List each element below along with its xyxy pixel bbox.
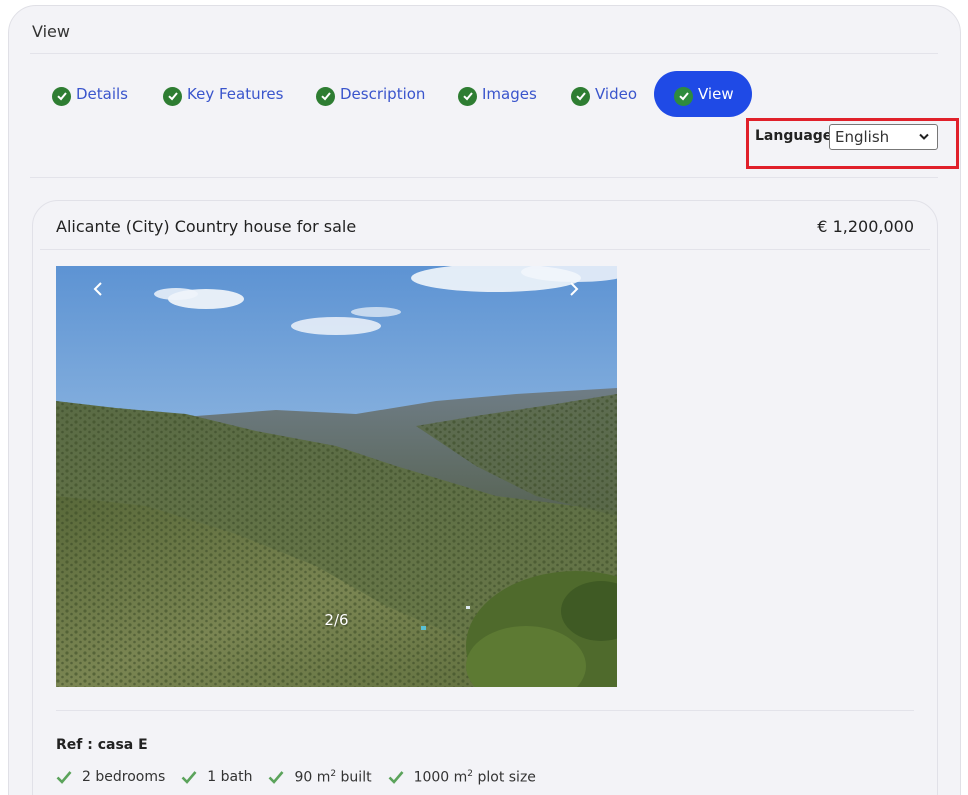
tab-label: Key Features xyxy=(187,85,284,103)
check-icon xyxy=(181,771,197,785)
tab-view[interactable]: View xyxy=(654,71,752,117)
feature-built-area: 90 m2 built xyxy=(268,769,372,786)
panel-title: View xyxy=(32,22,70,41)
check-circle-icon xyxy=(163,86,182,106)
check-icon xyxy=(56,771,72,785)
tab-label: Details xyxy=(76,85,129,103)
language-selected-value: English xyxy=(835,128,890,146)
chevron-right-icon xyxy=(570,282,579,296)
feature-list: 2 bedrooms 1 bath 90 m2 built 1000 m2 pl… xyxy=(56,769,536,786)
tab-label: View xyxy=(698,85,734,103)
listing-reference: Ref : casa E xyxy=(56,737,148,753)
feature-bathrooms: 1 bath xyxy=(181,769,252,785)
tab-label: Images xyxy=(482,85,537,103)
check-circle-icon xyxy=(458,86,477,106)
tab-label: Description xyxy=(340,85,426,103)
feature-text: 1 bath xyxy=(207,769,253,786)
chevron-down-icon xyxy=(919,133,929,140)
details-divider xyxy=(56,710,914,711)
feature-plot-size: 1000 m2 plot size xyxy=(388,769,536,786)
tab-label: Video xyxy=(595,85,638,103)
gallery-slide-counter: 2/6 xyxy=(324,611,349,629)
check-circle-icon xyxy=(674,86,693,106)
image-gallery[interactable]: 2/6 xyxy=(56,266,617,687)
check-circle-icon xyxy=(571,86,590,106)
section-divider xyxy=(30,177,938,178)
listing-price: € 1,200,000 xyxy=(817,217,914,236)
language-label: Language xyxy=(755,128,833,144)
tab-description[interactable]: Description xyxy=(316,71,458,117)
header-divider xyxy=(30,53,938,54)
gallery-next-button[interactable] xyxy=(559,274,589,304)
check-icon xyxy=(388,771,404,785)
tab-video[interactable]: Video xyxy=(571,71,654,117)
feature-text: 1000 m2 plot size xyxy=(413,769,536,786)
feature-text: 90 m2 built xyxy=(294,769,372,786)
feature-text: 2 bedrooms xyxy=(82,769,166,786)
check-circle-icon xyxy=(316,86,335,106)
tab-images[interactable]: Images xyxy=(458,71,571,117)
feature-bedrooms: 2 bedrooms xyxy=(56,769,165,785)
tab-details[interactable]: Details xyxy=(52,71,163,117)
check-icon xyxy=(269,771,284,785)
step-tabs: Details Key Features Description Images … xyxy=(52,71,752,117)
check-circle-icon xyxy=(52,86,71,106)
tab-key-features[interactable]: Key Features xyxy=(163,71,316,117)
chevron-left-icon xyxy=(93,282,102,296)
listing-title: Alicante (City) Country house for sale xyxy=(56,217,357,236)
gallery-prev-button[interactable] xyxy=(83,274,113,304)
listing-header-divider xyxy=(40,249,930,250)
language-select[interactable]: English xyxy=(829,124,938,150)
